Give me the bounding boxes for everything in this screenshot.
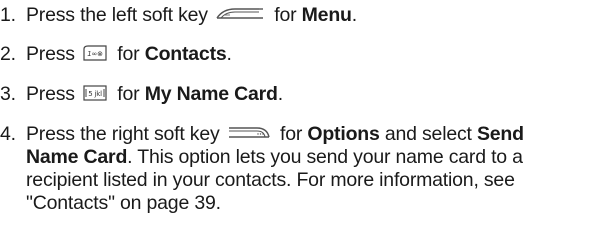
step-text-mid: for xyxy=(117,83,140,105)
step-text-line-3: recipient listed in your contacts. For m… xyxy=(26,169,515,191)
step-text-line-4: "Contacts" on page 39. xyxy=(26,192,221,214)
step-text-pre: Press xyxy=(26,43,75,65)
step-text-mid: for xyxy=(279,123,303,145)
step-target: My Name Card xyxy=(144,83,278,105)
step-punct: . xyxy=(277,83,283,105)
step-text-pre: Press xyxy=(26,83,75,105)
step-number: 3. xyxy=(0,83,16,105)
step-target: Menu xyxy=(301,4,352,26)
svg-text:1∞⊗: 1∞⊗ xyxy=(87,50,103,58)
instruction-list: 1. Press the left soft key for Menu. 2. … xyxy=(0,0,593,247)
step-number: 4. xyxy=(0,123,16,145)
step-text-cont: . This option lets you send your name ca… xyxy=(127,146,523,168)
left-soft-key-icon xyxy=(215,6,265,22)
step-text-mid-2: and select xyxy=(384,123,472,145)
step-number: 2. xyxy=(0,43,16,65)
step-text: Press 1∞⊗ for Contacts. xyxy=(26,43,592,66)
1-key-icon: 1∞⊗ xyxy=(82,44,108,62)
step-text: Press 5 jkl for My Name Card. xyxy=(26,83,592,106)
step-text-pre: Press the left soft key xyxy=(26,4,208,26)
step-target-2: Send xyxy=(476,123,524,145)
step-number: 1. xyxy=(0,4,16,26)
step-punct: . xyxy=(351,4,357,26)
step-target: Contacts xyxy=(144,43,227,65)
step-text-mid: for xyxy=(274,4,297,26)
right-soft-key-icon xyxy=(227,125,271,141)
step-text: Press the left soft key for Menu. xyxy=(26,4,592,27)
step-text-mid: for xyxy=(117,43,140,65)
step-target: Options xyxy=(307,123,380,145)
step-text: Press the right soft key for Options and… xyxy=(26,123,592,215)
5-key-icon: 5 jkl xyxy=(82,84,108,102)
step-text-pre: Press the right soft key xyxy=(26,123,220,145)
step-target-2-cont: Name Card xyxy=(26,146,128,168)
svg-text:5 jkl: 5 jkl xyxy=(88,90,102,98)
step-punct: . xyxy=(226,43,232,65)
